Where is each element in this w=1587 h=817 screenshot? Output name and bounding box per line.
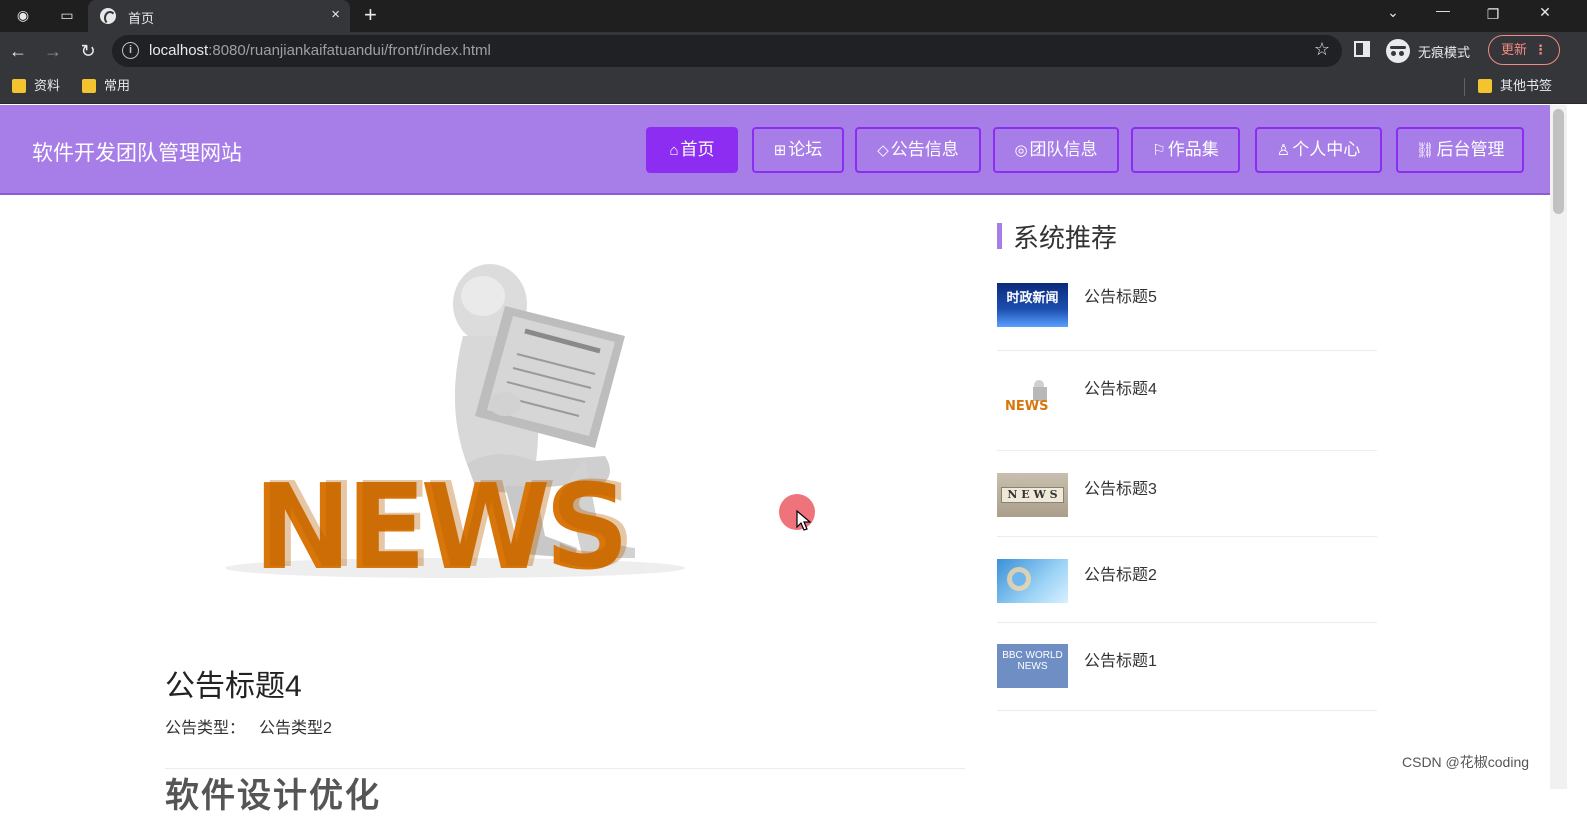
nav-portfolio[interactable]: ⚐ 作品集 xyxy=(1131,127,1240,173)
menu-dots-icon: ⋮ xyxy=(1534,42,1547,57)
folder-icon xyxy=(82,79,96,93)
article-title: 公告标题4 xyxy=(165,670,302,703)
recommend-sidebar: 系统推荐 时政新闻 公告标题5 NEWS 公告标题4 N E W S 公告标题3… xyxy=(997,215,1377,735)
nav-label: 作品集 xyxy=(1167,140,1219,159)
hero-news-shadow: NEWS xyxy=(259,456,630,594)
recommend-item[interactable]: BBC WORLD NEWS 公告标题1 xyxy=(997,623,1377,711)
side-panel-icon[interactable] xyxy=(1354,41,1370,57)
nav-announcements[interactable]: ◇ 公告信息 xyxy=(855,127,981,173)
recommend-title[interactable]: 公告标题4 xyxy=(1084,375,1157,399)
url-text[interactable]: localhost:8080/ruanjiankaifatuandui/fron… xyxy=(149,42,491,59)
bookmark-label: 资料 xyxy=(34,78,61,93)
nav-team-info[interactable]: ◎ 团队信息 xyxy=(993,127,1119,173)
browser-toolbar: ← → ↻ i localhost:8080/ruanjiankaifatuan… xyxy=(0,32,1587,70)
bookmark-label: 其他书签 xyxy=(1500,78,1553,93)
nav-label: 个人中心 xyxy=(1292,140,1361,159)
user-icon: ♙ xyxy=(1276,142,1291,159)
sidebar-accent-bar xyxy=(997,223,1002,249)
type-value: 公告类型2 xyxy=(259,720,332,737)
recommend-thumbnail[interactable]: N E W S xyxy=(997,473,1068,517)
article-main: NEWS NEWS 公告标题4 公告类型： 公告类型2 软件设计优化 xyxy=(165,196,965,815)
bookmark-folder-ziliao[interactable]: 资料 xyxy=(12,78,60,96)
scrollbar-thumb[interactable] xyxy=(1553,109,1564,214)
thumb-text: N E W S xyxy=(1001,487,1064,503)
thumb-text: BBC WORLD NEWS xyxy=(1002,650,1063,672)
recommend-item[interactable]: 公告标题2 xyxy=(997,537,1377,623)
tag-icon: ◇ xyxy=(877,142,889,159)
folder-icon xyxy=(1478,79,1492,93)
other-bookmarks[interactable]: 其他书签 xyxy=(1478,78,1552,96)
tab-favicon-icon xyxy=(100,8,116,25)
article-section-heading: 软件设计优化 xyxy=(165,777,381,815)
thumb-text: NEWS xyxy=(1005,399,1048,414)
nav-label: 首页 xyxy=(680,140,715,159)
reload-icon[interactable]: ↻ xyxy=(73,37,103,65)
bookmark-folder-changyong[interactable]: 常用 xyxy=(82,78,130,96)
watermark: CSDN @花椒coding xyxy=(1402,754,1530,770)
recommend-thumbnail[interactable] xyxy=(997,559,1068,603)
nav-label: 后台管理 xyxy=(1436,140,1505,159)
recommend-thumbnail[interactable]: NEWS xyxy=(997,375,1068,419)
nav-admin[interactable]: ⛓ 后台管理 xyxy=(1396,127,1524,173)
recommend-item[interactable]: N E W S 公告标题3 xyxy=(997,451,1377,537)
recommend-title[interactable]: 公告标题1 xyxy=(1084,647,1157,671)
recommend-thumbnail[interactable]: 时政新闻 xyxy=(997,283,1068,327)
nav-label: 论坛 xyxy=(788,140,823,159)
tab-home[interactable]: 首页 × xyxy=(88,0,350,32)
bookmark-star-icon[interactable]: ☆ xyxy=(1314,39,1330,60)
recommend-title[interactable]: 公告标题5 xyxy=(1084,283,1157,307)
forward-icon[interactable]: → xyxy=(38,37,68,65)
tab-search-icon[interactable]: ▭ xyxy=(54,3,80,27)
new-tab-button[interactable]: + xyxy=(364,2,377,28)
nav-home[interactable]: ⌂ 首页 xyxy=(646,127,738,173)
update-button[interactable]: 更新 ⋮ xyxy=(1488,35,1560,65)
link-icon: ⛓ xyxy=(1415,142,1435,159)
home-icon: ⌂ xyxy=(669,142,679,159)
thumb-text: 时政新闻 xyxy=(1006,290,1059,305)
recommend-item[interactable]: 时政新闻 公告标题5 xyxy=(997,283,1377,351)
back-icon[interactable]: ← xyxy=(3,37,33,65)
recommend-item[interactable]: NEWS 公告标题4 xyxy=(997,351,1377,451)
mini-news-illustration: NEWS xyxy=(1005,380,1048,414)
article-meta: 公告类型： 公告类型2 xyxy=(165,714,332,738)
browser-globe-icon[interactable]: ◉ xyxy=(10,3,36,27)
update-label: 更新 xyxy=(1501,42,1528,57)
nav-label: 公告信息 xyxy=(890,140,959,159)
bookmark-label: 常用 xyxy=(104,78,131,93)
sidebar-header: 系统推荐 xyxy=(997,218,1377,253)
nav-profile[interactable]: ♙ 个人中心 xyxy=(1255,127,1382,173)
globe-icon: ◎ xyxy=(1014,142,1028,159)
browser-tab-strip: ◉ ▭ 首页 × + ⌄ — ❐ ✕ xyxy=(0,0,1587,32)
minimize-icon[interactable]: — xyxy=(1418,2,1468,34)
page-scrollbar[interactable] xyxy=(1550,105,1567,789)
site-info-icon[interactable]: i xyxy=(122,42,139,59)
recommend-thumbnail[interactable]: BBC WORLD NEWS xyxy=(997,644,1068,688)
site-title: 软件开发团队管理网站 xyxy=(32,142,242,165)
nav-forum[interactable]: ⊞ 论坛 xyxy=(752,127,844,173)
folder-icon xyxy=(12,79,26,93)
bookmarks-divider xyxy=(1464,78,1465,96)
news-reader-illustration: NEWS NEWS xyxy=(225,264,685,596)
recommend-title[interactable]: 公告标题2 xyxy=(1084,561,1157,585)
incognito-label[interactable]: 无痕模式 xyxy=(1418,42,1470,61)
site-header: 软件开发团队管理网站 ⌂ 首页 ⊞ 论坛 ◇ 公告信息 ◎ 团队信息 ⚐ 作品集 ♙ 个人中… xyxy=(0,105,1550,195)
nav-label: 团队信息 xyxy=(1029,140,1098,159)
recommend-title[interactable]: 公告标题3 xyxy=(1084,475,1157,499)
bookmarks-bar: 资料 常用 其他书签 xyxy=(0,70,1587,104)
address-bar[interactable]: i localhost:8080/ruanjiankaifatuandui/fr… xyxy=(112,35,1342,67)
tab-close-icon[interactable]: × xyxy=(331,6,340,23)
globe-thumb-icon xyxy=(1007,567,1031,591)
type-label: 公告类型： xyxy=(165,720,246,737)
article-hero-image: NEWS NEWS xyxy=(165,236,965,616)
forum-icon: ⊞ xyxy=(773,142,787,159)
tab-title: 首页 xyxy=(128,11,155,26)
mouse-pointer-icon xyxy=(796,510,812,531)
flag-icon: ⚐ xyxy=(1152,142,1166,159)
sidebar-title: 系统推荐 xyxy=(1013,223,1118,253)
incognito-icon[interactable] xyxy=(1386,39,1410,63)
